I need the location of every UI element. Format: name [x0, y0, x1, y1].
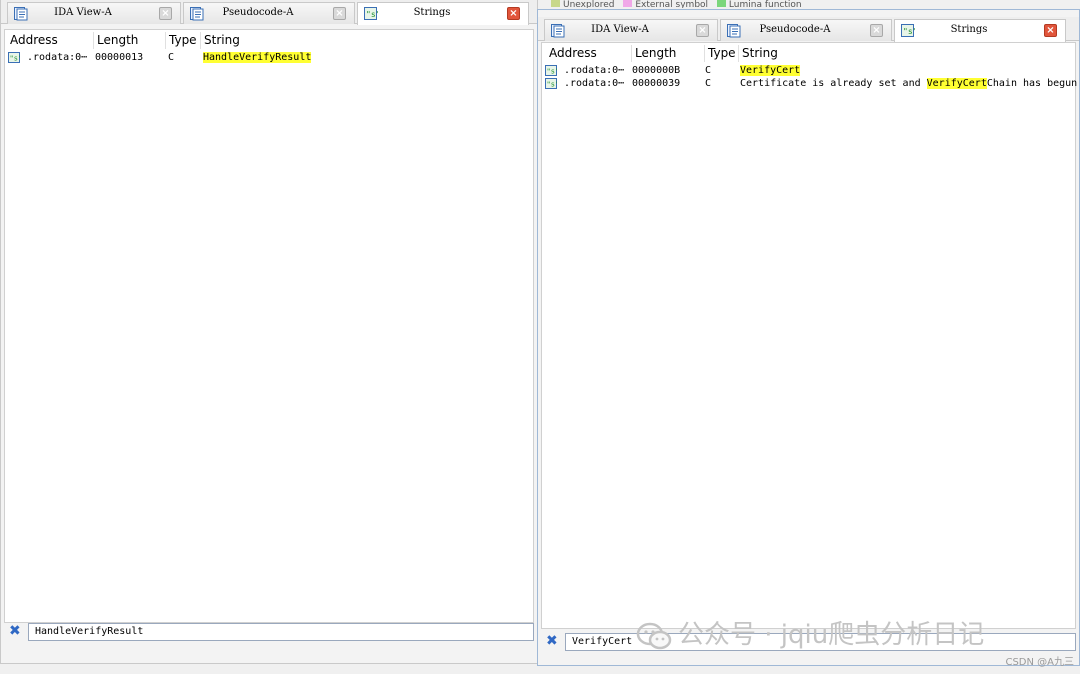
column-divider[interactable]: [200, 32, 201, 49]
close-icon[interactable]: ×: [159, 7, 172, 20]
legend-label: Unexplored: [563, 0, 615, 8]
search-highlight: HandleVerifyResult: [203, 52, 312, 63]
legend-label: Lumina function: [728, 0, 802, 8]
cell-length: 0000000B: [632, 65, 681, 76]
close-icon[interactable]: ×: [696, 24, 709, 37]
search-highlight: VerifyCert: [926, 78, 987, 89]
column-divider[interactable]: [631, 45, 632, 62]
cell-type: C: [705, 78, 712, 89]
tab-label: Pseudocode-A: [759, 24, 831, 35]
string-icon: "s": [545, 78, 557, 89]
watermark-text: 公众号 · jqiu爬虫分析日记: [678, 620, 985, 650]
tab-strings[interactable]: "s" Strings ×: [357, 2, 529, 25]
tab-label: IDA View-A: [54, 7, 112, 18]
string-rest: Chain has begun: [986, 78, 1078, 89]
column-divider[interactable]: [165, 32, 166, 49]
column-divider[interactable]: [93, 32, 94, 49]
column-address[interactable]: Address: [10, 33, 58, 47]
svg-text:"s": "s": [547, 81, 558, 89]
string-prefix: Certificate is already set and: [740, 78, 927, 89]
cell-length: 00000039: [632, 78, 681, 89]
tab-bar: IDA View-A × Pseudocode-A × "s" Strings …: [538, 17, 1079, 42]
watermark: 公众号 · jqiu爬虫分析日记: [636, 614, 984, 651]
tab-strings[interactable]: "s" Strings ×: [894, 19, 1066, 42]
table-row[interactable]: "s" .rodata:0⋯ 0000000B C VerifyCert: [542, 64, 1075, 77]
string-icon: "s": [545, 65, 557, 76]
string-icon: "s": [8, 52, 20, 63]
strings-list: Address Length Type String "s" .rodata:0…: [541, 42, 1077, 629]
cell-string: HandleVerifyResult: [203, 51, 312, 64]
tab-label: Pseudocode-A: [222, 7, 294, 18]
tab-label: Strings: [413, 7, 451, 18]
column-divider[interactable]: [704, 45, 705, 62]
filter-input[interactable]: HandleVerifyResult: [28, 623, 534, 641]
tab-ida-view[interactable]: IDA View-A ×: [7, 2, 181, 24]
close-icon[interactable]: ×: [333, 7, 346, 20]
cell-string: Certificate is already set and VerifyCer…: [740, 77, 1077, 90]
column-divider[interactable]: [738, 45, 739, 62]
column-string[interactable]: String: [204, 33, 240, 47]
color-legend: Unexplored External symbol Lumina functi…: [545, 0, 802, 8]
tab-label: Strings: [950, 24, 988, 35]
column-address[interactable]: Address: [549, 46, 597, 60]
column-type[interactable]: Type: [708, 46, 736, 60]
tab-pseudocode[interactable]: Pseudocode-A ×: [183, 2, 355, 24]
credit-text: CSDN @A九三: [1005, 657, 1074, 668]
table-row[interactable]: "s" .rodata:0⋯ 00000013 C HandleVerifyRe…: [5, 51, 533, 64]
cell-type: C: [168, 52, 175, 63]
search-highlight: VerifyCert: [740, 65, 801, 76]
column-length[interactable]: Length: [97, 33, 138, 47]
tab-label: IDA View-A: [591, 24, 649, 35]
column-string[interactable]: String: [742, 46, 778, 60]
legend-swatch-external: [623, 0, 633, 7]
legend-label: External symbol: [635, 0, 709, 8]
cell-length: 00000013: [95, 52, 144, 63]
svg-text:"s": "s": [10, 55, 21, 63]
cell-address: .rodata:0⋯: [564, 65, 625, 76]
strings-list: Address Length Type String "s" .rodata:0…: [4, 29, 534, 623]
close-icon[interactable]: ×: [1044, 24, 1057, 37]
table-row[interactable]: "s" .rodata:0⋯ 00000039 C Certificate is…: [542, 77, 1077, 90]
column-length[interactable]: Length: [635, 46, 676, 60]
cell-string: VerifyCert: [740, 64, 801, 77]
close-filter-icon[interactable]: ✖: [9, 624, 23, 638]
left-strings-panel: IDA View-A × Pseudocode-A × "s" Strings …: [0, 0, 538, 664]
column-type[interactable]: Type: [169, 33, 197, 47]
list-header: Address Length Type String: [542, 43, 1075, 64]
tab-bar: IDA View-A × Pseudocode-A × "s" Strings …: [1, 0, 537, 25]
cell-address: .rodata:0⋯: [27, 52, 88, 63]
close-icon[interactable]: ×: [870, 24, 883, 37]
cell-type: C: [705, 65, 712, 76]
close-filter-icon[interactable]: ✖: [546, 634, 560, 648]
close-icon[interactable]: ×: [507, 7, 520, 20]
svg-text:"s": "s": [547, 68, 558, 76]
filter-bar: ✖ HandleVerifyResult: [4, 623, 534, 641]
cell-address: .rodata:0⋯: [564, 78, 625, 89]
wechat-logo-icon: [636, 622, 672, 649]
legend-swatch-unexplored: [551, 0, 560, 7]
legend-swatch-lumina: [716, 0, 726, 7]
list-header: Address Length Type String: [5, 30, 533, 51]
tab-pseudocode[interactable]: Pseudocode-A ×: [720, 19, 892, 41]
right-strings-panel: IDA View-A × Pseudocode-A × "s" Strings …: [537, 9, 1080, 666]
tab-ida-view[interactable]: IDA View-A ×: [544, 19, 718, 41]
